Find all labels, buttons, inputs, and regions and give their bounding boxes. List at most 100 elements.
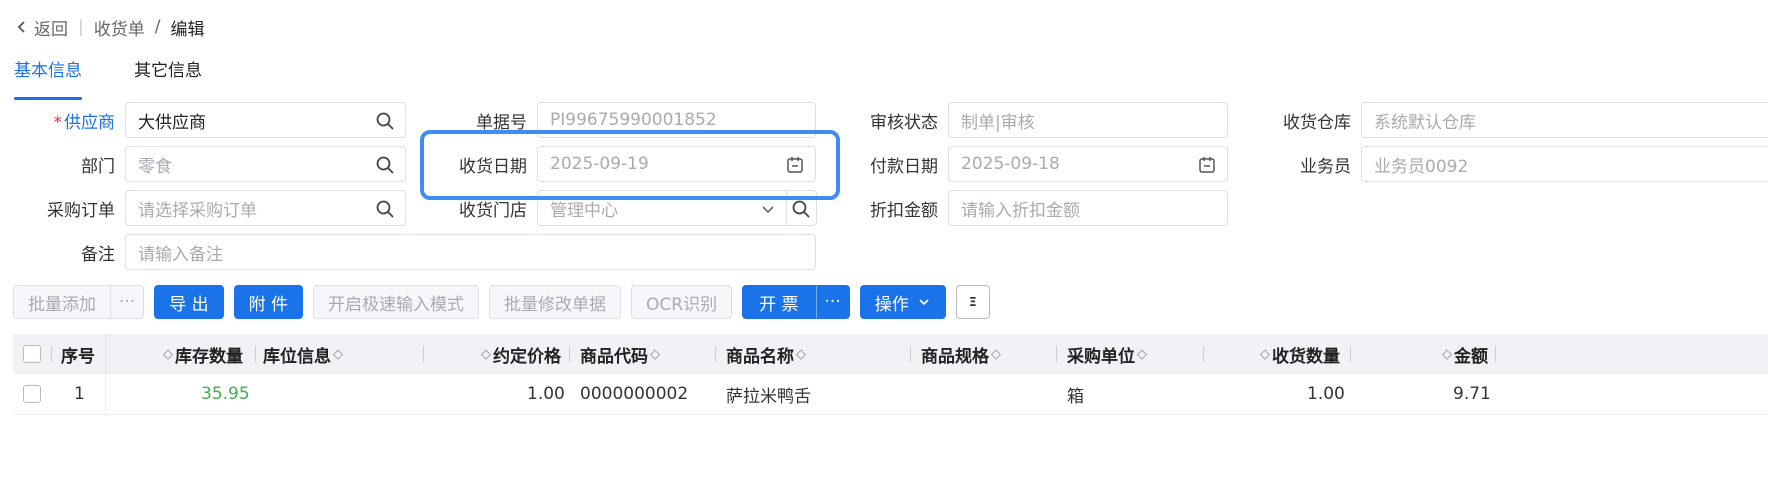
batch-add-group: 批量添加 ··· xyxy=(13,285,145,319)
table-header: 序号 ◇ 库存数量 库位信息 ◇ ◇ 约定价格 商品代码 ◇ 商品名称 ◇ 商品规格 ◇ 采… xyxy=(13,334,1768,374)
col-divider xyxy=(715,346,716,362)
required-mark: * xyxy=(53,112,63,133)
header-amount[interactable]: ◇ 金额 xyxy=(1440,334,1488,374)
export-button[interactable]: 导 出 xyxy=(154,285,224,319)
search-icon[interactable] xyxy=(375,155,395,175)
batch-edit-button[interactable]: 批量修改单据 xyxy=(489,285,622,319)
header-name[interactable]: 商品名称 ◇ xyxy=(726,334,808,374)
fast-input-button[interactable]: 开启极速输入模式 xyxy=(313,285,480,319)
cell-name: 萨拉米鸭舌 xyxy=(726,386,811,407)
sort-icon: ◇ xyxy=(163,346,173,362)
col-divider xyxy=(255,346,256,362)
operate-dropdown-button[interactable]: 操作 xyxy=(859,285,946,319)
pay-date-value: 2025-09-18 xyxy=(961,154,1060,174)
table-row[interactable]: 1 35.95 1.00 0000000002 萨拉米鸭舌 箱 1.00 9.7… xyxy=(13,374,1768,415)
cell-stock-qty: 35.95 xyxy=(201,384,250,404)
header-location-label: 库位信息 xyxy=(263,346,331,367)
audit-status-field: 审核状态 制单|审核 xyxy=(823,102,1228,138)
invoice-more-button[interactable]: ··· xyxy=(815,285,850,319)
discount-input[interactable]: 请输入折扣金额 xyxy=(948,190,1228,226)
audit-status-input: 制单|审核 xyxy=(948,102,1228,138)
header-recv-qty[interactable]: ◇ 收货数量 xyxy=(1258,334,1340,374)
warehouse-input[interactable]: 系统默认仓库 xyxy=(1361,102,1768,138)
header-price-label: 约定价格 xyxy=(493,346,561,367)
col-divider xyxy=(1056,346,1057,362)
header-code[interactable]: 商品代码 ◇ xyxy=(580,334,662,374)
invoice-button[interactable]: 开 票 xyxy=(742,285,816,319)
discount-label: 折扣金额 xyxy=(870,200,938,221)
pay-date-input[interactable]: 2025-09-18 xyxy=(948,146,1228,182)
warehouse-field: 收货仓库 系统默认仓库 xyxy=(1235,102,1768,138)
row-checkbox[interactable] xyxy=(23,385,41,403)
header-spec[interactable]: 商品规格 ◇ xyxy=(921,334,1003,374)
search-icon xyxy=(792,200,810,218)
supplier-value: 大供应商 xyxy=(138,112,206,133)
row-checkbox-cell xyxy=(23,374,41,414)
crumb-parent[interactable]: 收货单 xyxy=(94,15,145,40)
sort-icon: ◇ xyxy=(1137,346,1147,362)
goods-table: 序号 ◇ 库存数量 库位信息 ◇ ◇ 约定价格 商品代码 ◇ 商品名称 ◇ 商品规格 ◇ 采… xyxy=(13,334,1768,415)
discount-field: 折扣金额 请输入折扣金额 xyxy=(823,190,1228,226)
batch-add-more-button[interactable]: ··· xyxy=(111,285,145,319)
highlight-box xyxy=(420,130,840,200)
warehouse-label: 收货仓库 xyxy=(1283,112,1351,133)
purchase-order-input[interactable]: 请选择采购订单 xyxy=(125,190,406,226)
attachment-button[interactable]: 附 件 xyxy=(233,285,304,319)
toolbar: 批量添加 ··· 导 出 附 件 开启极速输入模式 批量修改单据 OCR识别 开… xyxy=(13,284,990,320)
basic-info-form: * 供应商 大供应商 单据号 PI99675990001852 审核状态 制单|审… xyxy=(0,102,1768,306)
sort-icon: ◇ xyxy=(796,346,806,362)
clerk-label: 业务员 xyxy=(1300,156,1351,177)
chevron-left-icon xyxy=(17,21,25,33)
clerk-value: 业务员0092 xyxy=(1374,156,1469,177)
cell-code: 0000000002 xyxy=(580,384,689,404)
header-price[interactable]: ◇ 约定价格 xyxy=(479,334,561,374)
header-unit[interactable]: 采购单位 ◇ xyxy=(1067,334,1149,374)
chevron-down-icon[interactable] xyxy=(758,199,778,219)
invoice-group: 开 票 ··· xyxy=(742,285,850,319)
col-divider xyxy=(910,346,911,362)
operate-label: 操作 xyxy=(874,294,909,315)
audit-status-value: 制单|审核 xyxy=(961,112,1035,133)
select-all-cell xyxy=(23,334,41,374)
search-icon[interactable] xyxy=(375,111,395,131)
remark-field: 备注 请输入备注 xyxy=(0,234,816,270)
ocr-button[interactable]: OCR识别 xyxy=(631,285,733,319)
cell-seq: 1 xyxy=(74,384,85,404)
supplier-field: * 供应商 大供应商 xyxy=(0,102,406,138)
remark-input[interactable]: 请输入备注 xyxy=(125,234,816,270)
tab-basic-info[interactable]: 基本信息 xyxy=(14,58,82,100)
audit-status-label: 审核状态 xyxy=(870,112,938,133)
header-location[interactable]: 库位信息 ◇ xyxy=(263,334,345,374)
clerk-select[interactable]: 业务员0092 xyxy=(1361,146,1768,182)
header-amount-label: 金额 xyxy=(1454,346,1488,367)
cell-amount: 9.71 xyxy=(1453,384,1491,404)
supplier-input[interactable]: 大供应商 xyxy=(125,102,406,138)
discount-placeholder: 请输入折扣金额 xyxy=(961,200,1080,221)
calendar-icon[interactable] xyxy=(1197,155,1217,175)
select-all-checkbox[interactable] xyxy=(23,345,41,363)
col-divider xyxy=(1350,346,1351,362)
back-link[interactable]: 返回 xyxy=(16,15,68,40)
sort-icon: ◇ xyxy=(650,346,660,362)
header-code-label: 商品代码 xyxy=(580,346,648,367)
search-icon[interactable] xyxy=(375,199,395,219)
tab-bar: 基本信息 其它信息 xyxy=(14,58,202,102)
doc-no-value: PI99675990001852 xyxy=(550,110,717,130)
header-unit-label: 采购单位 xyxy=(1067,346,1135,367)
sort-icon: ◇ xyxy=(481,346,491,362)
col-divider xyxy=(1495,346,1496,362)
header-stock-qty[interactable]: ◇ 库存数量 xyxy=(161,334,243,374)
dept-field: 部门 零食 xyxy=(0,146,406,182)
column-settings-button[interactable]: Ξ xyxy=(955,285,990,319)
header-spec-label: 商品规格 xyxy=(921,346,989,367)
cell-price: 1.00 xyxy=(527,384,565,404)
header-name-label: 商品名称 xyxy=(726,346,794,367)
header-stock-qty-label: 库存数量 xyxy=(175,346,243,367)
breadcrumb: 返回 | 收货单 / 编辑 xyxy=(16,14,204,40)
sort-icon: ◇ xyxy=(333,346,343,362)
dept-input[interactable]: 零食 xyxy=(125,146,406,182)
cell-recv-qty: 1.00 xyxy=(1307,384,1345,404)
batch-add-button[interactable]: 批量添加 xyxy=(13,285,111,319)
tab-other-info[interactable]: 其它信息 xyxy=(134,58,202,100)
purchase-order-field: 采购订单 请选择采购订单 xyxy=(0,190,406,226)
